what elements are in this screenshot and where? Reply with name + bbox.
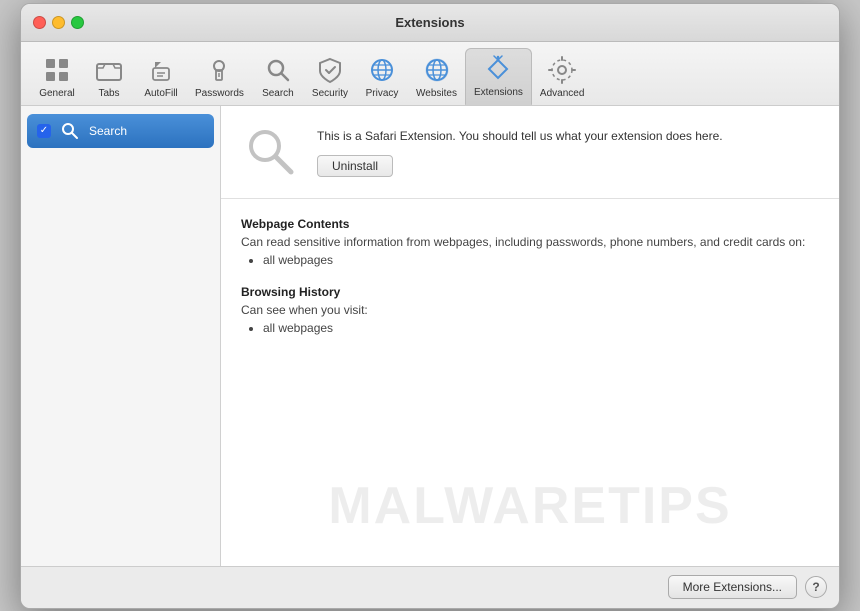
sidebar: ✓ Search xyxy=(21,106,221,566)
general-label: General xyxy=(39,88,75,99)
advanced-icon xyxy=(546,54,578,86)
safari-preferences-window: Extensions General Tabs xyxy=(20,3,840,609)
websites-icon xyxy=(421,54,453,86)
sidebar-item-search[interactable]: ✓ Search xyxy=(27,114,214,148)
browsing-history-list: all webpages xyxy=(241,321,819,335)
passwords-label: Passwords xyxy=(195,88,244,99)
maximize-button[interactable] xyxy=(71,16,84,29)
more-extensions-button[interactable]: More Extensions... xyxy=(668,575,797,599)
footer: More Extensions... ? xyxy=(21,566,839,608)
extension-checkbox[interactable]: ✓ xyxy=(37,124,51,138)
webpage-contents-list: all webpages xyxy=(241,253,819,267)
extension-description: This is a Safari Extension. You should t… xyxy=(317,127,819,145)
minimize-button[interactable] xyxy=(52,16,65,29)
sidebar-search-label: Search xyxy=(89,124,127,138)
extension-header: This is a Safari Extension. You should t… xyxy=(221,106,839,199)
window-title: Extensions xyxy=(395,15,464,30)
extensions-icon xyxy=(482,53,514,85)
browsing-history-section: Browsing History Can see when you visit:… xyxy=(241,285,819,335)
toolbar-item-search[interactable]: Search xyxy=(252,50,304,105)
extension-details: Webpage Contents Can read sensitive info… xyxy=(221,199,839,566)
privacy-icon xyxy=(366,54,398,86)
webpage-contents-section: Webpage Contents Can read sensitive info… xyxy=(241,217,819,267)
toolbar-item-privacy[interactable]: Privacy xyxy=(356,50,408,105)
toolbar: General Tabs AutoFill xyxy=(21,42,839,106)
help-button[interactable]: ? xyxy=(805,576,827,598)
toolbar-item-passwords[interactable]: Passwords xyxy=(187,50,252,105)
tabs-icon xyxy=(93,54,125,86)
content-area: ✓ Search MALWARETIPS xyxy=(21,106,839,566)
security-icon xyxy=(314,54,346,86)
toolbar-item-general[interactable]: General xyxy=(31,50,83,105)
tabs-label: Tabs xyxy=(98,88,119,99)
webpage-contents-desc: Can read sensitive information from webp… xyxy=(241,235,819,249)
uninstall-button[interactable]: Uninstall xyxy=(317,155,393,177)
browsing-history-title: Browsing History xyxy=(241,285,819,299)
main-panel: MALWARETIPS This is a Safari Extension. … xyxy=(221,106,839,566)
close-button[interactable] xyxy=(33,16,46,29)
titlebar: Extensions xyxy=(21,4,839,42)
search-label: Search xyxy=(262,88,294,99)
passwords-icon xyxy=(203,54,235,86)
toolbar-item-security[interactable]: Security xyxy=(304,50,356,105)
toolbar-item-extensions[interactable]: Extensions xyxy=(465,48,532,105)
websites-label: Websites xyxy=(416,88,457,99)
autofill-icon xyxy=(145,54,177,86)
advanced-label: Advanced xyxy=(540,88,584,99)
toolbar-item-websites[interactable]: Websites xyxy=(408,50,465,105)
webpage-contents-title: Webpage Contents xyxy=(241,217,819,231)
privacy-label: Privacy xyxy=(366,88,399,99)
toolbar-item-advanced[interactable]: Advanced xyxy=(532,50,592,105)
extension-icon xyxy=(241,122,301,182)
toolbar-item-tabs[interactable]: Tabs xyxy=(83,50,135,105)
traffic-lights xyxy=(33,16,84,29)
browsing-history-desc: Can see when you visit: xyxy=(241,303,819,317)
search-toolbar-icon xyxy=(262,54,294,86)
browsing-history-item: all webpages xyxy=(263,321,819,335)
autofill-label: AutoFill xyxy=(144,88,177,99)
extension-info: This is a Safari Extension. You should t… xyxy=(317,127,819,177)
security-label: Security xyxy=(312,88,348,99)
webpage-contents-item: all webpages xyxy=(263,253,819,267)
general-icon xyxy=(41,54,73,86)
toolbar-item-autofill[interactable]: AutoFill xyxy=(135,50,187,105)
sidebar-search-icon xyxy=(59,120,81,142)
extensions-label: Extensions xyxy=(474,87,523,98)
